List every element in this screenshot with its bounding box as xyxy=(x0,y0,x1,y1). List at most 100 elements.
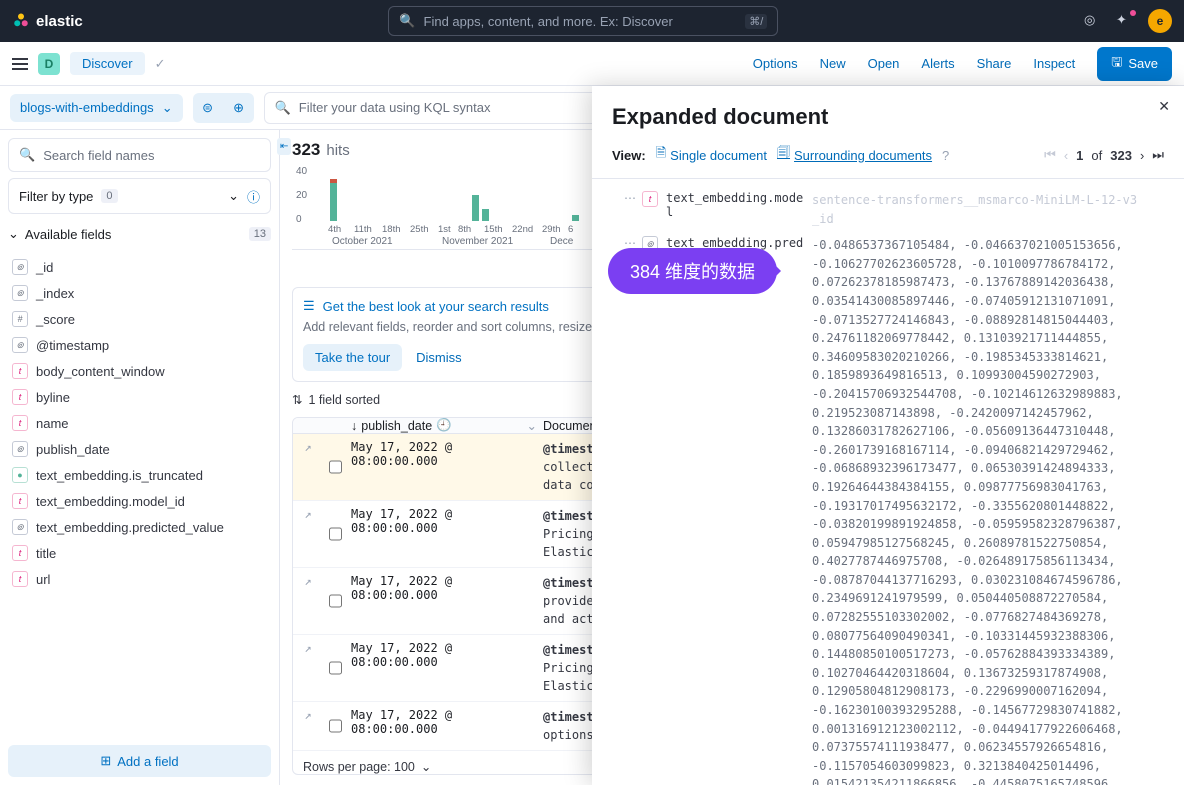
global-search[interactable]: 🔍 Find apps, content, and more. Ex: Disc… xyxy=(388,6,778,36)
chevron-down-icon[interactable]: ✓ xyxy=(155,56,166,72)
add-field-button[interactable]: ⊞ Add a field xyxy=(8,745,271,777)
data-view-selector[interactable]: blogs-with-embeddings ⌄ xyxy=(10,94,183,122)
single-document-link[interactable]: 🗎 Single document xyxy=(656,144,767,166)
user-avatar[interactable]: e xyxy=(1148,9,1172,33)
field-item[interactable]: #_score xyxy=(8,306,271,332)
next-page-icon[interactable]: › xyxy=(1140,148,1144,163)
field-type-icon: t xyxy=(12,493,28,509)
y-tick: 40 xyxy=(296,166,307,177)
field-type-icon: ⊚ xyxy=(12,441,28,457)
available-fields-label: Available fields xyxy=(25,227,111,242)
annotation-bubble: 384 维度的数据 xyxy=(608,248,777,294)
help-icon[interactable]: ◎ xyxy=(1084,12,1102,30)
field-type-icon: ⊚ xyxy=(12,259,28,275)
first-page-icon[interactable]: ⏮ xyxy=(1044,147,1056,163)
close-icon[interactable]: ✕ xyxy=(1158,98,1170,115)
field-item[interactable]: ⊚@timestamp xyxy=(8,332,271,358)
field-item[interactable]: tbyline xyxy=(8,384,271,410)
x-tick: 15th xyxy=(484,224,503,235)
link-alerts[interactable]: Alerts xyxy=(921,56,954,71)
row-actions-icon[interactable]: ⋯ xyxy=(602,236,636,785)
brand-name: elastic xyxy=(36,13,83,30)
field-item[interactable]: turl xyxy=(8,566,271,592)
link-options[interactable]: Options xyxy=(753,56,798,71)
col-publish-date[interactable]: ↓ publish_date 🕘 ⌄ xyxy=(347,418,537,433)
field-name: byline xyxy=(36,390,70,405)
field-name: _score xyxy=(36,312,75,327)
available-fields-header[interactable]: ⌄ Available fields 13 xyxy=(8,220,271,248)
filter-by-type[interactable]: Filter by type 0 ⌄ ⓘ xyxy=(8,178,271,214)
list-icon: ☰ xyxy=(303,298,315,314)
nav-toggle-icon[interactable] xyxy=(12,58,28,70)
fields-sidebar: 🔍 Search field names Filter by type 0 ⌄ … xyxy=(0,130,280,785)
sub-links: Options New Open Alerts Share Inspect 🖫 … xyxy=(753,47,1172,81)
document-pager: ⏮ ‹ 1 of 323 › ⏭ xyxy=(1044,147,1164,163)
news-icon[interactable]: ✦ xyxy=(1116,12,1134,30)
field-name: text_embedding.model xyxy=(666,191,806,228)
link-share[interactable]: Share xyxy=(977,56,1012,71)
dismiss-button[interactable]: Dismiss xyxy=(412,344,466,371)
row-checkbox[interactable] xyxy=(329,708,342,744)
flyout-title: Expanded document xyxy=(612,104,1164,130)
app-subbar: D Discover ✓ Options New Open Alerts Sha… xyxy=(0,42,1184,86)
x-month: Dece xyxy=(550,236,573,247)
field-item[interactable]: ⊚ _id xyxy=(8,254,271,280)
row-checkbox[interactable] xyxy=(329,574,342,628)
field-item[interactable]: ⊚text_embedding.predicted_value xyxy=(8,514,271,540)
collapse-sidebar-icon[interactable]: ⇤ xyxy=(277,138,291,155)
field-item[interactable]: ●text_embedding.is_truncated xyxy=(8,462,271,488)
field-item[interactable]: ⊚publish_date xyxy=(8,436,271,462)
brand-logo[interactable]: elastic xyxy=(12,12,83,30)
elastic-icon xyxy=(12,12,30,30)
x-tick: 29th xyxy=(542,224,561,235)
field-item[interactable]: tname xyxy=(8,410,271,436)
field-item[interactable]: ⊚_index xyxy=(8,280,271,306)
x-tick: 6 xyxy=(568,224,573,235)
surrounding-documents-link[interactable]: 🗐 Surrounding documents xyxy=(777,144,932,166)
link-inspect[interactable]: Inspect xyxy=(1033,56,1075,71)
field-item[interactable]: tbody_content_window xyxy=(8,358,271,384)
field-value: -0.0486537367105484, -0.0466370210051536… xyxy=(812,236,1168,785)
filter-buttons: ⊜ ⊕ xyxy=(193,93,254,123)
field-item[interactable]: ttext_embedding.model_id xyxy=(8,488,271,514)
row-actions-icon[interactable]: ⋯ xyxy=(602,191,636,228)
field-name: _id xyxy=(36,260,53,275)
prev-page-icon[interactable]: ‹ xyxy=(1064,148,1068,163)
add-filter-button[interactable]: ⊕ xyxy=(224,93,254,123)
app-name-pill[interactable]: Discover xyxy=(70,52,145,75)
view-label: View: xyxy=(612,148,646,163)
columns-icon: ⊞ xyxy=(100,753,111,769)
field-row: ⋯ t text_embedding.model sentence-transf… xyxy=(602,187,1168,232)
last-page-icon[interactable]: ⏭ xyxy=(1152,147,1164,163)
row-checkbox[interactable] xyxy=(329,641,342,695)
field-type-icon: ⊚ xyxy=(12,519,28,535)
info-icon[interactable]: ⓘ xyxy=(247,187,260,206)
take-tour-button[interactable]: Take the tour xyxy=(303,344,402,371)
expand-row-icon[interactable]: ↗ xyxy=(293,574,323,628)
workspace-badge[interactable]: D xyxy=(38,53,60,75)
chevron-down-icon[interactable]: ⌄ xyxy=(527,418,537,433)
row-checkbox[interactable] xyxy=(329,440,342,494)
field-name: text_embedding.is_truncated xyxy=(36,468,203,483)
save-label: Save xyxy=(1128,56,1158,71)
expand-row-icon[interactable]: ↗ xyxy=(293,440,323,494)
save-button[interactable]: 🖫 Save xyxy=(1097,47,1172,81)
field-type-icon: t xyxy=(12,545,28,561)
field-item[interactable]: ttitle xyxy=(8,540,271,566)
link-new[interactable]: New xyxy=(820,56,846,71)
field-type-icon: t xyxy=(12,571,28,587)
sort-label: 1 field sorted xyxy=(308,393,380,407)
documents-icon: 🗐 xyxy=(777,144,790,166)
y-tick: 0 xyxy=(296,214,302,225)
link-open[interactable]: Open xyxy=(868,56,900,71)
expanded-document-flyout: Expanded document ✕ View: 🗎 Single docum… xyxy=(592,86,1184,785)
help-icon[interactable]: ? xyxy=(942,148,949,163)
row-checkbox[interactable] xyxy=(329,507,342,561)
expand-row-icon[interactable]: ↗ xyxy=(293,641,323,695)
expand-row-icon[interactable]: ↗ xyxy=(293,507,323,561)
filter-icon-button[interactable]: ⊜ xyxy=(193,93,223,123)
field-search-input[interactable]: 🔍 Search field names xyxy=(8,138,271,172)
expand-row-icon[interactable]: ↗ xyxy=(293,708,323,744)
y-tick: 20 xyxy=(296,190,307,201)
cell-date: May 17, 2022 @ 08:00:00.000 xyxy=(347,574,537,628)
